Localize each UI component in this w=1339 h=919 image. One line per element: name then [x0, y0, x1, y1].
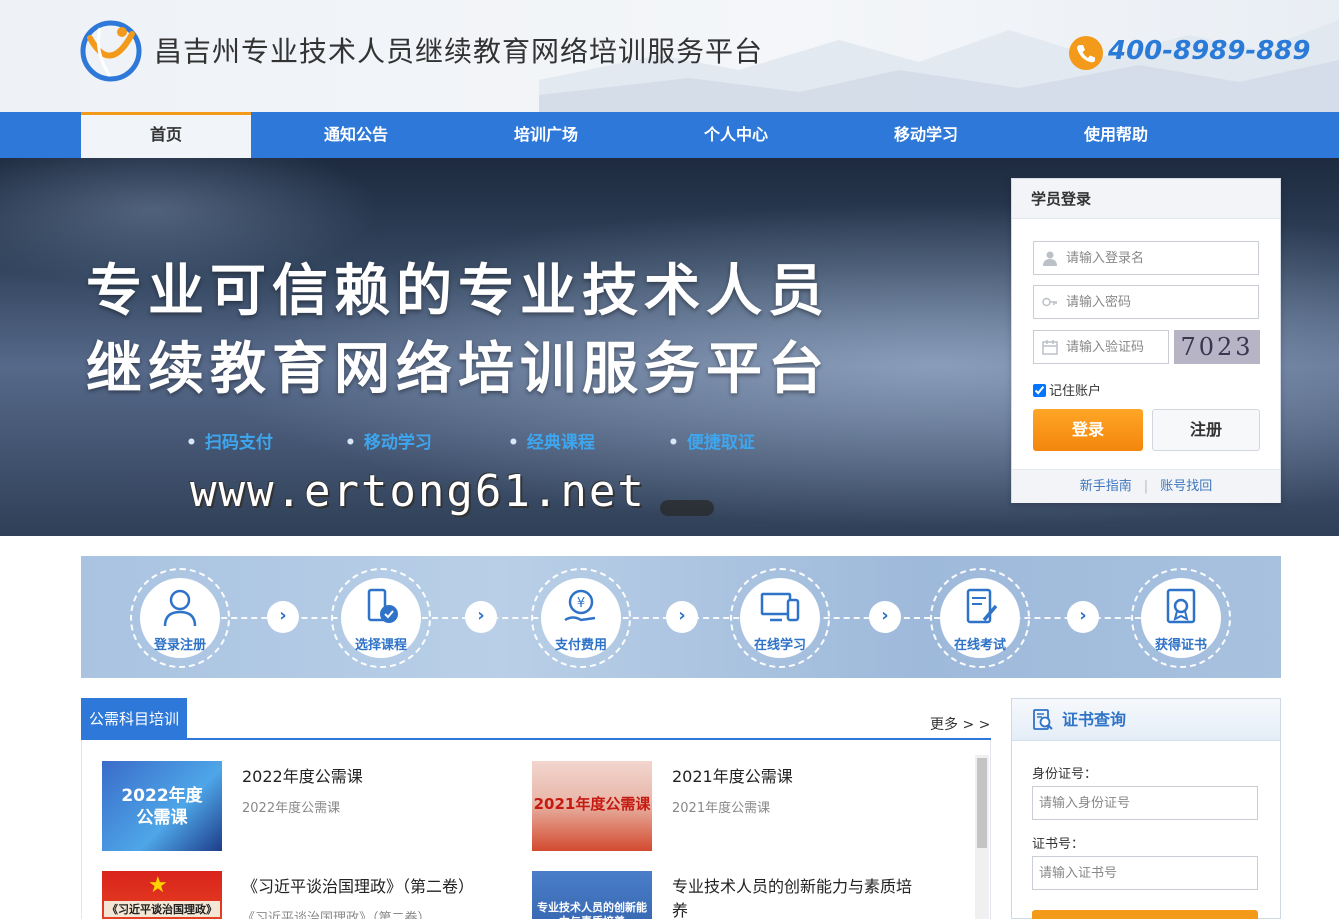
devices-icon	[760, 592, 800, 622]
nav-item-notices[interactable]: 通知公告	[271, 112, 441, 158]
id-number-input[interactable]	[1033, 787, 1257, 819]
captcha-input[interactable]	[1066, 331, 1164, 363]
remember-account[interactable]: 记住账户	[1033, 380, 1101, 399]
login-button[interactable]: 登录	[1033, 409, 1143, 451]
course-subtitle: 《习近平谈治国理政》（第二卷）	[242, 911, 431, 919]
beginner-guide-link[interactable]: 新手指南	[1080, 479, 1132, 494]
nav-item-training-plaza[interactable]: 培训广场	[461, 112, 631, 158]
banner-feature: 移动学习	[345, 428, 432, 453]
course-thumbnail[interactable]: 2022年度 公需课	[102, 761, 222, 851]
site-header: 昌吉州专业技术人员继续教育网络培训服务平台 400-8989-889	[0, 0, 1339, 112]
remember-checkbox[interactable]	[1033, 384, 1046, 397]
nav-item-help[interactable]: 使用帮助	[1031, 112, 1201, 158]
certificate-number-label: 证书号：	[1032, 837, 1085, 852]
banner-feature: 扫码支付	[186, 428, 273, 453]
username-input[interactable]	[1066, 242, 1254, 274]
main-nav: 首页 通知公告 培训广场 个人中心 移动学习 使用帮助	[0, 112, 1339, 158]
login-footer: 新手指南 | 账号找回	[1012, 469, 1280, 503]
book-check-icon	[367, 588, 398, 623]
course-thumbnail[interactable]: 2021年度公需课	[532, 761, 652, 851]
captcha-image[interactable]: 7023	[1174, 330, 1260, 364]
password-input[interactable]	[1066, 286, 1254, 318]
chevron-right-icon: ›	[1067, 601, 1099, 633]
step-select-course[interactable]: 选择课程	[331, 568, 431, 668]
certificate-number-input[interactable]	[1033, 857, 1257, 889]
chevron-right-icon: ›	[465, 601, 497, 633]
student-login-panel: 学员登录 7023 记住账户 登录 注册 新手指南|账号找回	[1011, 178, 1281, 503]
step-get-certificate[interactable]: 获得证书	[1131, 568, 1231, 668]
site-logo-icon[interactable]	[80, 20, 142, 82]
account-recovery-link[interactable]: 账号找回	[1160, 479, 1212, 494]
step-online-learning[interactable]: 在线学习	[730, 568, 830, 668]
chevron-right-icon: ›	[267, 601, 299, 633]
star-icon: ★	[148, 873, 168, 898]
step-label: 选择课程	[354, 638, 407, 653]
course-title[interactable]: 《习近平谈治国理政》（第二卷）	[242, 873, 492, 897]
banner-headline-1: 专业可信赖的专业技术人员	[86, 259, 830, 324]
course-thumbnail[interactable]: 专业技术人员的创新能力与素质培养	[532, 871, 652, 919]
password-field[interactable]	[1033, 285, 1259, 319]
login-title: 学员登录	[1012, 179, 1280, 219]
key-icon	[1042, 297, 1057, 307]
captcha-field[interactable]	[1033, 330, 1169, 364]
process-steps: 登录注册 › 选择课程 › ¥ 支付费用 › 在线学习 › 在线考试 › 获得证…	[81, 556, 1281, 678]
phone-icon	[1069, 36, 1103, 70]
step-label: 在线考试	[953, 638, 1006, 653]
scrollbar-thumb[interactable]	[977, 758, 987, 848]
calendar-icon	[1042, 340, 1058, 355]
chevron-right-icon: ›	[666, 601, 698, 633]
step-payment[interactable]: ¥ 支付费用	[531, 568, 631, 668]
nav-item-mobile-learning[interactable]: 移动学习	[841, 112, 1011, 158]
course-thumbnail[interactable]: ★ 《习近平谈治国理政》	[102, 871, 222, 919]
certificate-icon	[1166, 588, 1196, 624]
certificate-query-button[interactable]	[1032, 910, 1258, 919]
watermark-text: www.ertong61.net	[190, 466, 646, 517]
certificate-query-title: 证书查询	[1062, 710, 1127, 729]
course-subtitle: 2021年度公需课	[672, 801, 771, 816]
course-title[interactable]: 2022年度公需课	[242, 763, 492, 787]
person-icon	[163, 589, 197, 627]
id-number-field[interactable]	[1032, 786, 1258, 820]
certificate-query-panel: 证书查询 身份证号： 证书号：	[1011, 698, 1281, 919]
certificate-number-field[interactable]	[1032, 856, 1258, 890]
username-field[interactable]	[1033, 241, 1259, 275]
svg-text:¥: ¥	[577, 596, 585, 611]
more-link[interactable]: 更多 > >	[930, 714, 990, 734]
step-label: 在线学习	[753, 638, 806, 653]
user-icon	[1043, 251, 1057, 266]
step-label: 获得证书	[1154, 638, 1207, 653]
step-register[interactable]: 登录注册	[130, 568, 230, 668]
nav-item-personal-center[interactable]: 个人中心	[651, 112, 821, 158]
banner-feature: 便捷取证	[668, 428, 755, 453]
remember-label: 记住账户	[1049, 384, 1102, 399]
step-label: 登录注册	[153, 638, 206, 653]
step-label: 支付费用	[554, 638, 607, 653]
nav-item-home[interactable]: 首页	[81, 112, 251, 158]
banner-headline-2: 继续教育网络培训服务平台	[86, 337, 830, 402]
step-online-exam[interactable]: 在线考试	[930, 568, 1030, 668]
id-number-label: 身份证号：	[1032, 767, 1098, 782]
tab-public-courses[interactable]: 公需科目培训	[81, 698, 187, 738]
hotline-number: 400-8989-889	[1108, 36, 1311, 66]
site-title: 昌吉州专业技术人员继续教育网络培训服务平台	[154, 35, 764, 68]
register-button[interactable]: 注册	[1152, 409, 1260, 451]
yen-hand-icon: ¥	[564, 589, 596, 622]
banner-feature: 经典课程	[508, 428, 595, 453]
certificate-search-icon	[1033, 709, 1053, 730]
course-title[interactable]: 专业技术人员的创新能力与素质培养	[672, 873, 922, 919]
course-subtitle: 2022年度公需课	[242, 801, 341, 816]
chevron-right-icon: ›	[869, 601, 901, 633]
course-title[interactable]: 2021年度公需课	[672, 763, 922, 787]
exam-pencil-icon	[966, 588, 998, 624]
